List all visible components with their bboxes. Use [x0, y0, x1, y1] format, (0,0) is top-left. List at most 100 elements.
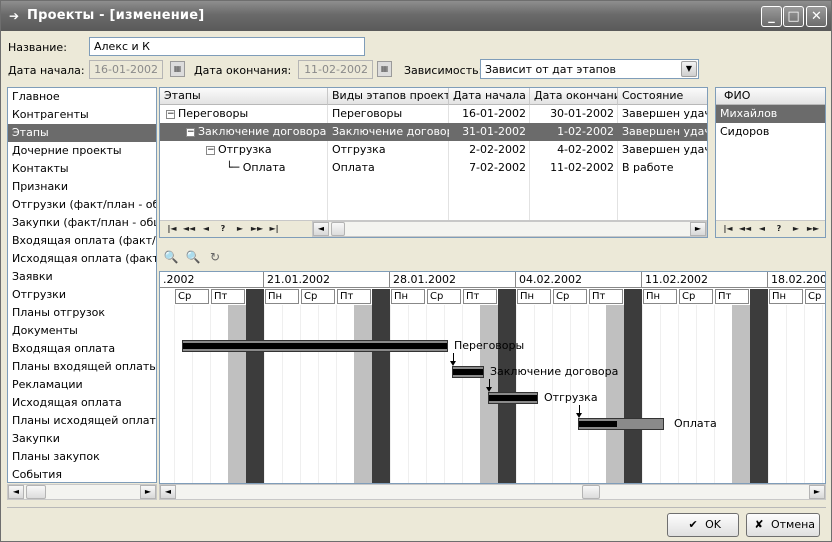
title-bar[interactable]: ➔ Проекты - [изменение] _ □ ✕ [1, 1, 831, 31]
close-button[interactable]: ✕ [806, 6, 827, 27]
stage-row[interactable]: − Заключение договора Заключение договора 3… [160, 123, 707, 141]
minimize-button[interactable]: _ [761, 6, 782, 27]
section-item[interactable]: Дочерние проекты [8, 142, 156, 160]
scroll-right-icon[interactable]: ► [690, 222, 706, 236]
stage-start-cell: 31-01-2002 [462, 125, 526, 138]
gantt-hscroll[interactable]: ◄ ► [159, 484, 826, 500]
section-item[interactable]: Заявки [8, 268, 156, 286]
dependency-select[interactable]: Зависит от дат этапов ▼ [480, 59, 699, 79]
section-item[interactable]: Рекламации [8, 376, 156, 394]
section-item[interactable]: Главное [8, 88, 156, 106]
stages-nav-button[interactable]: ►► [249, 222, 265, 236]
stages-nav-button[interactable]: ► [232, 222, 248, 236]
cancel-button[interactable]: ✘ Отмена [746, 513, 820, 537]
stage-status-cell: Завершен удачно [622, 143, 707, 156]
day-header: Пн [643, 289, 677, 304]
stage-row[interactable]: └─ Оплата Оплата 7-02-2002 11-02-2002 В рабо… [160, 159, 707, 177]
task-progress [183, 343, 447, 349]
start-date-calendar-button[interactable]: ▦ [170, 61, 185, 77]
zoom-in-icon[interactable]: 🔍 [163, 249, 179, 265]
scroll-left-icon[interactable]: ◄ [160, 485, 176, 499]
section-item[interactable]: Документы [8, 322, 156, 340]
stages-hscroll[interactable]: ◄ ► [312, 221, 707, 237]
scroll-right-icon[interactable]: ► [809, 485, 825, 499]
stage-row[interactable]: − Отгрузка Отгрузка 2-02-2002 4-02-2002 Завер… [160, 141, 707, 159]
people-nav-button[interactable]: |◄ [720, 222, 736, 236]
stages-nav-button[interactable]: ◄ [198, 222, 214, 236]
section-item[interactable]: Контакты [8, 160, 156, 178]
refresh-icon[interactable]: ↻ [207, 249, 223, 265]
arrow-logo-icon: ➔ [8, 9, 20, 23]
column-header-status[interactable]: Состояние [618, 88, 707, 105]
column-header-stages[interactable]: Этапы [160, 88, 328, 105]
task-label: Оплата [674, 417, 717, 430]
section-list-hscroll[interactable]: ◄ ► [7, 484, 157, 500]
people-nav-button[interactable]: ◄ [754, 222, 770, 236]
day-grid-line [462, 305, 463, 483]
scroll-thumb[interactable] [26, 485, 46, 499]
section-item[interactable]: Планы входящей оплаты [8, 358, 156, 376]
scroll-left-icon[interactable]: ◄ [313, 222, 329, 236]
day-grid-line [804, 305, 805, 483]
stages-nav-button[interactable]: ◄◄ [181, 222, 197, 236]
people-grid[interactable]: ФИО |◄ ◄◄ ◄? ► ►► Михайлов Сидоров [715, 87, 826, 238]
people-nav-button[interactable]: ►► [805, 222, 821, 236]
person-row[interactable]: Сидоров [716, 123, 825, 141]
end-date-calendar-button[interactable]: ▦ [377, 61, 392, 77]
column-header-fio[interactable]: ФИО [716, 88, 825, 105]
task-bar[interactable] [452, 366, 484, 378]
section-item[interactable]: Закупки [8, 430, 156, 448]
section-item[interactable]: Закупки (факт/план - обща [8, 214, 156, 232]
stage-name-cell: − Заключение договора [160, 123, 328, 141]
stages-nav-button[interactable]: |◄ [164, 222, 180, 236]
calendar-icon: ▦ [173, 64, 182, 73]
scroll-thumb[interactable] [582, 485, 600, 499]
section-item[interactable]: Отгрузки (факт/план - обща [8, 196, 156, 214]
task-bar[interactable] [488, 392, 538, 404]
scroll-thumb[interactable] [331, 222, 345, 236]
section-item[interactable]: Этапы [8, 124, 156, 142]
zoom-out-icon[interactable]: 🔍 [185, 249, 201, 265]
column-header-end[interactable]: Дата окончания [530, 88, 618, 105]
task-bar[interactable] [578, 418, 664, 430]
column-header-start[interactable]: Дата начала [449, 88, 530, 105]
section-item[interactable]: События [8, 466, 156, 482]
dependency-arrow [486, 387, 492, 392]
scroll-left-icon[interactable]: ◄ [8, 485, 24, 499]
stage-start-cell: 16-01-2002 [462, 107, 526, 120]
scroll-right-icon[interactable]: ► [140, 485, 156, 499]
sunday-column [750, 289, 768, 483]
column-header-kind[interactable]: Виды этапов проектов [328, 88, 449, 105]
section-item[interactable]: Исходящая оплата (факт/пл [8, 250, 156, 268]
person-row[interactable]: Михайлов [716, 105, 825, 123]
task-bar[interactable] [182, 340, 448, 352]
stage-row[interactable]: − Переговоры Переговоры 16-01-2002 30-01-200… [160, 105, 707, 123]
stages-grid[interactable]: Этапы Виды этапов проектов Дата начала Д… [159, 87, 708, 238]
week-header: 18.02.2002 [768, 272, 825, 288]
section-item[interactable]: Планы исходящей оплаты [8, 412, 156, 430]
maximize-button[interactable]: □ [783, 6, 804, 27]
section-item[interactable]: Входящая оплата (факт/пла [8, 232, 156, 250]
section-item[interactable]: Контрагенты [8, 106, 156, 124]
section-item[interactable]: Планы отгрузок [8, 304, 156, 322]
tree-toggle-icon[interactable]: − [206, 145, 215, 155]
stages-nav-button[interactable]: ? [215, 222, 231, 236]
ok-button[interactable]: ✔ OK [667, 513, 739, 537]
section-item[interactable]: Входящая оплата [8, 340, 156, 358]
section-item[interactable]: Планы закупок [8, 448, 156, 466]
people-nav-button[interactable]: ? [771, 222, 787, 236]
section-item[interactable]: Отгрузки [8, 286, 156, 304]
section-list[interactable]: Главное Контрагенты Этапы Дочерние проекты К… [7, 87, 157, 483]
gantt-chart[interactable]: .2002 21.01.2002 28.01.2002 04.02.2002 11.02… [159, 271, 826, 484]
chevron-down-icon[interactable]: ▼ [681, 61, 697, 77]
tree-toggle-icon[interactable]: − [186, 127, 195, 137]
people-nav-button[interactable]: ► [788, 222, 804, 236]
tree-toggle-icon[interactable]: − [166, 109, 175, 119]
people-nav-button[interactable]: ◄◄ [737, 222, 753, 236]
name-input[interactable]: Алекс и К [89, 37, 365, 56]
section-item[interactable]: Признаки [8, 178, 156, 196]
section-item[interactable]: Исходящая оплата [8, 394, 156, 412]
stages-nav-button[interactable]: ►| [266, 222, 282, 236]
end-date-field[interactable]: 11-02-2002 [298, 60, 373, 79]
start-date-field[interactable]: 16-01-2002 [89, 60, 163, 79]
